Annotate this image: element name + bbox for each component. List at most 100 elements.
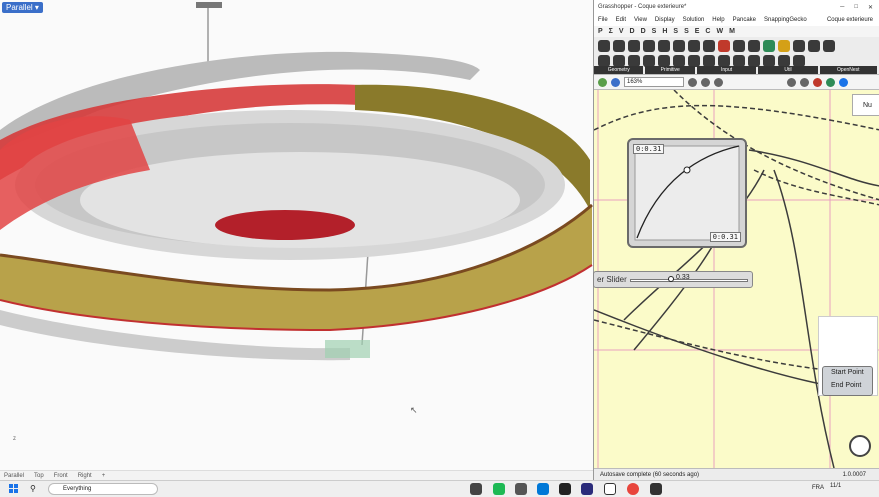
stadium-model bbox=[0, 2, 593, 361]
gh-statusbar: Autosave complete (60 seconds ago) 1.0.0… bbox=[594, 468, 879, 480]
group-input: Input bbox=[696, 66, 757, 74]
axis-indicator: z bbox=[13, 436, 16, 442]
minimize-icon[interactable]: ─ bbox=[840, 4, 844, 11]
component-icon[interactable] bbox=[628, 40, 640, 52]
ribbon-groups: Geometry Primitive Input Util OpenNest bbox=[594, 66, 879, 74]
component-icon[interactable] bbox=[718, 40, 730, 52]
tab-front[interactable]: Front bbox=[54, 471, 68, 480]
preview-icon[interactable] bbox=[787, 77, 796, 87]
tab-parallel[interactable]: Parallel bbox=[4, 471, 24, 480]
spotify-icon[interactable] bbox=[493, 483, 505, 495]
component-icon[interactable] bbox=[658, 40, 670, 52]
app-icon[interactable] bbox=[650, 483, 662, 495]
graph-mapper-component[interactable]: 0:0.31 0:0.31 bbox=[627, 138, 747, 248]
component-icon[interactable] bbox=[748, 40, 760, 52]
premiere-icon[interactable] bbox=[581, 483, 593, 495]
component-icon[interactable] bbox=[793, 40, 805, 52]
component-icon[interactable] bbox=[778, 40, 790, 52]
app-icon[interactable] bbox=[515, 483, 527, 495]
gh-component-tabs: P Σ V D D S H S S E C W M bbox=[594, 26, 879, 37]
tab-w[interactable]: W bbox=[716, 28, 723, 35]
component-icon[interactable] bbox=[763, 40, 775, 52]
tab-surface[interactable]: S bbox=[652, 28, 657, 35]
viewport-label[interactable]: Parallel ▾ bbox=[2, 2, 43, 13]
component-icon[interactable] bbox=[823, 40, 835, 52]
document-name: Coque exterieure bbox=[826, 17, 873, 23]
gh-menubar: File Edit View Display Solution Help Pan… bbox=[594, 14, 879, 26]
component-icon[interactable] bbox=[598, 40, 610, 52]
tab-d2[interactable]: D bbox=[641, 28, 646, 35]
close-icon[interactable]: ✕ bbox=[868, 4, 873, 11]
navigation-compass-icon[interactable] bbox=[849, 435, 871, 457]
zoom-dropdown[interactable]: 163% bbox=[624, 77, 684, 87]
tab-h[interactable]: H bbox=[662, 28, 667, 35]
menu-file[interactable]: File bbox=[598, 17, 608, 23]
component-icon[interactable] bbox=[808, 40, 820, 52]
chrome-icon[interactable] bbox=[627, 483, 639, 495]
paint-icon[interactable] bbox=[714, 77, 723, 87]
tab-s2[interactable]: S bbox=[684, 28, 689, 35]
start-point-input[interactable]: Start Point bbox=[831, 369, 864, 376]
tab-e[interactable]: E bbox=[695, 28, 700, 35]
app-icon[interactable] bbox=[559, 483, 571, 495]
component-icon[interactable] bbox=[673, 40, 685, 52]
rhino-viewport[interactable]: Parallel ▾ z ↖ bbox=[0, 0, 593, 470]
tab-right[interactable]: Right bbox=[78, 471, 92, 480]
tab-params[interactable]: P bbox=[598, 28, 603, 35]
tab-top[interactable]: Top bbox=[34, 471, 44, 480]
app-icon[interactable] bbox=[470, 483, 482, 495]
taskbar-search[interactable]: Everything bbox=[48, 483, 158, 495]
menu-help[interactable]: Help bbox=[712, 17, 724, 23]
clock[interactable]: 11/1 bbox=[830, 483, 841, 489]
mouse-cursor: ↖ bbox=[410, 405, 418, 415]
menu-view[interactable]: View bbox=[634, 17, 647, 23]
save-icon[interactable] bbox=[611, 77, 620, 87]
menu-solution[interactable]: Solution bbox=[683, 17, 705, 23]
component-icon[interactable] bbox=[643, 40, 655, 52]
windows-taskbar: ⚲ Everything FRA 11/1 bbox=[0, 480, 879, 497]
add-tab-button[interactable]: + bbox=[102, 471, 106, 480]
group-util: Util bbox=[758, 66, 818, 74]
tab-m[interactable]: M bbox=[729, 28, 735, 35]
line-component[interactable]: Start Point End Point bbox=[822, 366, 873, 396]
open-file-icon[interactable] bbox=[598, 77, 607, 87]
bake-icon[interactable] bbox=[813, 77, 822, 87]
component-icon[interactable] bbox=[688, 40, 700, 52]
globe-icon[interactable] bbox=[839, 77, 848, 87]
tab-display[interactable]: D bbox=[630, 28, 635, 35]
autosave-status: Autosave complete (60 seconds ago) bbox=[600, 472, 700, 478]
zoom-extents-icon[interactable] bbox=[688, 77, 697, 87]
eye-icon[interactable] bbox=[701, 77, 710, 87]
menu-edit[interactable]: Edit bbox=[616, 17, 626, 23]
tab-c[interactable]: C bbox=[705, 28, 710, 35]
component-icon[interactable] bbox=[733, 40, 745, 52]
sphere-icon[interactable] bbox=[826, 77, 835, 87]
group-opennest: OpenNest bbox=[819, 66, 877, 74]
slider-label: er Slider bbox=[597, 275, 627, 284]
windows-start-icon[interactable] bbox=[9, 484, 19, 494]
component-icon[interactable] bbox=[703, 40, 715, 52]
notion-icon[interactable] bbox=[604, 483, 616, 495]
tab-vector[interactable]: V bbox=[619, 28, 624, 35]
language-indicator[interactable]: FRA bbox=[812, 485, 824, 491]
search-icon[interactable]: ⚲ bbox=[30, 484, 36, 493]
slider-value: 0.33 bbox=[676, 274, 690, 281]
tab-maths[interactable]: Σ bbox=[609, 28, 613, 35]
tab-s1[interactable]: S bbox=[673, 28, 678, 35]
app-icon[interactable] bbox=[537, 483, 549, 495]
wire-icon[interactable] bbox=[800, 77, 809, 87]
menu-pancake[interactable]: Pancake bbox=[733, 17, 756, 23]
menu-display[interactable]: Display bbox=[655, 17, 675, 23]
screen: Parallel ▾ z ↖ Parallel Top Front Right … bbox=[0, 0, 879, 497]
gh-ribbon: Geometry Primitive Input Util OpenNest bbox=[594, 37, 879, 75]
menu-snappinggecko[interactable]: SnappingGecko bbox=[764, 17, 807, 23]
maximize-icon[interactable]: □ bbox=[854, 4, 858, 11]
end-point-input[interactable]: End Point bbox=[831, 382, 861, 389]
group-geometry: Geometry bbox=[594, 66, 644, 74]
slider-knob[interactable] bbox=[668, 276, 674, 282]
graph-range-bottom: 0:0.31 bbox=[709, 232, 741, 242]
number-component[interactable]: Nu bbox=[852, 94, 879, 116]
gh-titlebar: Grasshopper - Coque exterieure* ─ □ ✕ bbox=[594, 0, 879, 14]
component-icon[interactable] bbox=[613, 40, 625, 52]
gh-canvas-toolbar: 163% bbox=[594, 75, 879, 90]
